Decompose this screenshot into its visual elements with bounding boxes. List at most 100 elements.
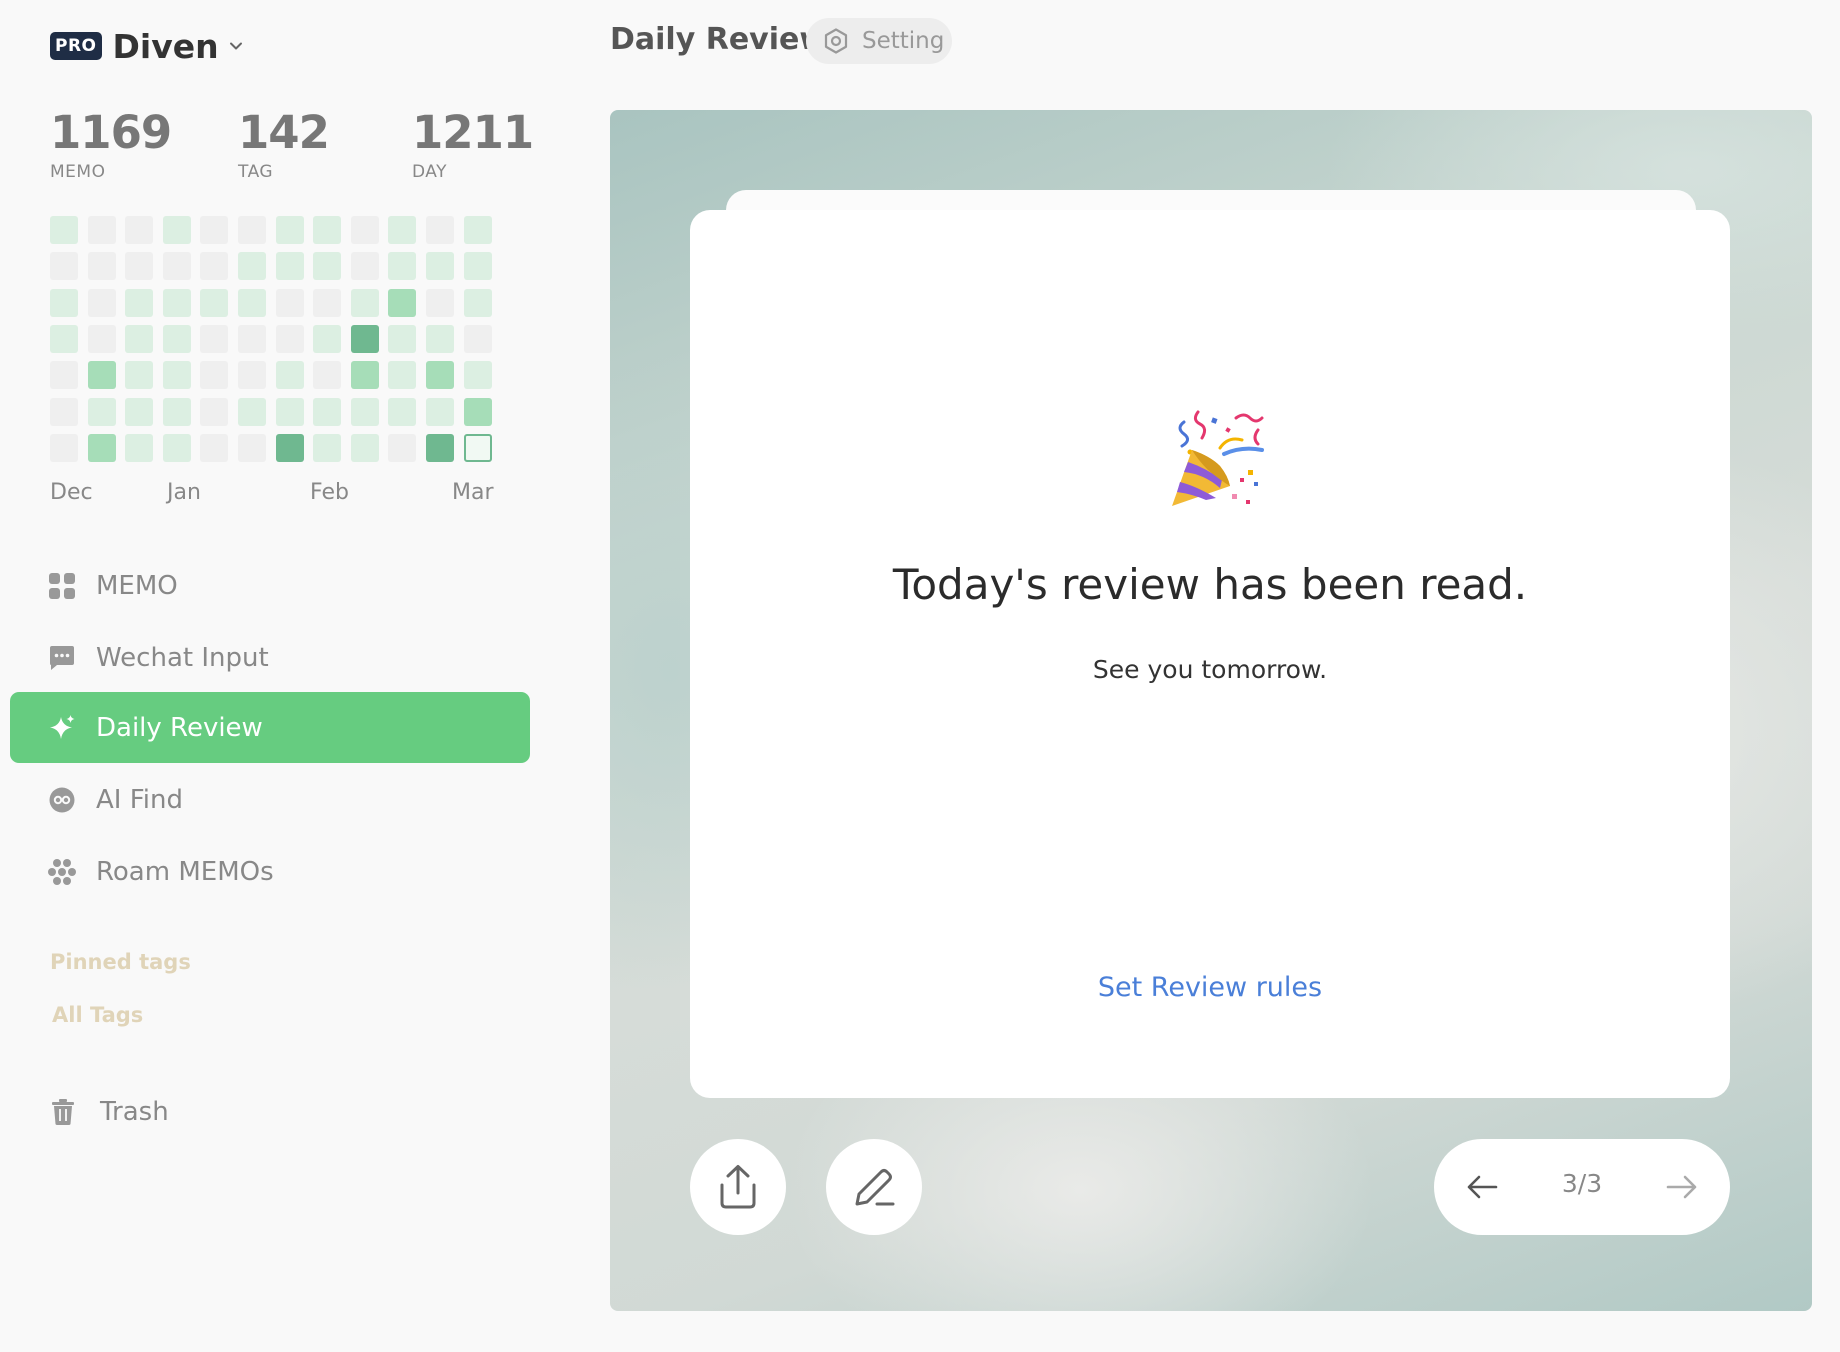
heatmap-cell[interactable] bbox=[426, 216, 454, 244]
heatmap-cell[interactable] bbox=[276, 398, 304, 426]
heatmap-cell[interactable] bbox=[50, 398, 78, 426]
heatmap-cell[interactable] bbox=[351, 398, 379, 426]
heatmap-cell[interactable] bbox=[388, 216, 416, 244]
heatmap-cell[interactable] bbox=[388, 289, 416, 317]
heatmap-cell[interactable] bbox=[50, 325, 78, 353]
heatmap-cell[interactable] bbox=[163, 216, 191, 244]
heatmap-cell[interactable] bbox=[238, 216, 266, 244]
heatmap-cell[interactable] bbox=[276, 252, 304, 280]
heatmap-cell[interactable] bbox=[163, 398, 191, 426]
heatmap-cell[interactable] bbox=[351, 216, 379, 244]
pinned-tags-header[interactable]: Pinned tags bbox=[50, 950, 191, 974]
heatmap-cell[interactable] bbox=[313, 398, 341, 426]
heatmap-cell[interactable] bbox=[351, 252, 379, 280]
heatmap-cell[interactable] bbox=[351, 289, 379, 317]
heatmap-cell[interactable] bbox=[88, 434, 116, 462]
heatmap-cell[interactable] bbox=[464, 361, 492, 389]
heatmap-cell[interactable] bbox=[426, 252, 454, 280]
heatmap-cell[interactable] bbox=[388, 434, 416, 462]
heatmap-cell[interactable] bbox=[88, 216, 116, 244]
heatmap-cell[interactable] bbox=[351, 361, 379, 389]
heatmap-cell[interactable] bbox=[464, 216, 492, 244]
heatmap-cell[interactable] bbox=[276, 361, 304, 389]
heatmap-cell[interactable] bbox=[464, 289, 492, 317]
heatmap-cell[interactable] bbox=[163, 361, 191, 389]
heatmap-cell[interactable] bbox=[125, 216, 153, 244]
heatmap-cell[interactable] bbox=[464, 398, 492, 426]
heatmap-cell[interactable] bbox=[163, 325, 191, 353]
heatmap-cell[interactable] bbox=[351, 325, 379, 353]
heatmap-cell[interactable] bbox=[50, 289, 78, 317]
heatmap-cell[interactable] bbox=[426, 325, 454, 353]
heatmap-cell[interactable] bbox=[125, 434, 153, 462]
heatmap-cell[interactable] bbox=[238, 325, 266, 353]
heatmap-cell[interactable] bbox=[50, 434, 78, 462]
setting-button[interactable]: Setting bbox=[806, 18, 952, 64]
sidebar-item-ai-find[interactable]: AI Find bbox=[10, 764, 530, 835]
heatmap-cell[interactable] bbox=[200, 216, 228, 244]
heatmap-cell[interactable] bbox=[464, 325, 492, 353]
heatmap-cell[interactable] bbox=[163, 434, 191, 462]
heatmap-cell[interactable] bbox=[313, 434, 341, 462]
heatmap-cell[interactable] bbox=[313, 289, 341, 317]
heatmap-cell[interactable] bbox=[426, 361, 454, 389]
arrow-right-icon[interactable] bbox=[1666, 1173, 1698, 1201]
heatmap-cell[interactable] bbox=[238, 398, 266, 426]
heatmap-cell[interactable] bbox=[313, 325, 341, 353]
heatmap-cell[interactable] bbox=[276, 216, 304, 244]
heatmap-cell[interactable] bbox=[388, 252, 416, 280]
sidebar-item-wechat-input[interactable]: Wechat Input bbox=[10, 622, 530, 693]
heatmap-cell[interactable] bbox=[200, 252, 228, 280]
heatmap-cell[interactable] bbox=[426, 289, 454, 317]
heatmap-cell[interactable] bbox=[313, 252, 341, 280]
sidebar-item-memo[interactable]: MEMO bbox=[10, 550, 530, 621]
heatmap-cell[interactable] bbox=[426, 434, 454, 462]
heatmap-cell[interactable] bbox=[88, 361, 116, 389]
heatmap-cell[interactable] bbox=[351, 434, 379, 462]
heatmap-cell[interactable] bbox=[313, 216, 341, 244]
heatmap-cell[interactable] bbox=[88, 289, 116, 317]
account-switcher[interactable]: PRO Diven bbox=[50, 26, 245, 66]
heatmap-cell[interactable] bbox=[50, 252, 78, 280]
heatmap-cell[interactable] bbox=[276, 434, 304, 462]
heatmap-cell[interactable] bbox=[125, 325, 153, 353]
edit-button[interactable] bbox=[826, 1139, 922, 1235]
sidebar-item-daily-review[interactable]: Daily Review bbox=[10, 692, 530, 763]
heatmap-cell[interactable] bbox=[163, 252, 191, 280]
heatmap-cell[interactable] bbox=[388, 398, 416, 426]
stat-value: 1211 bbox=[412, 106, 534, 159]
heatmap-cell[interactable] bbox=[125, 398, 153, 426]
heatmap-cell[interactable] bbox=[464, 252, 492, 280]
heatmap-cell[interactable] bbox=[200, 434, 228, 462]
heatmap-cell[interactable] bbox=[388, 325, 416, 353]
sidebar-item-roam-memos[interactable]: Roam MEMOs bbox=[10, 836, 530, 907]
heatmap-cell[interactable] bbox=[125, 361, 153, 389]
heatmap-cell[interactable] bbox=[388, 361, 416, 389]
sidebar-item-trash[interactable]: Trash bbox=[50, 1092, 169, 1132]
heatmap-cell[interactable] bbox=[200, 289, 228, 317]
heatmap-cell[interactable] bbox=[238, 434, 266, 462]
heatmap-cell[interactable] bbox=[238, 361, 266, 389]
heatmap-cell[interactable] bbox=[50, 216, 78, 244]
all-tags-link[interactable]: All Tags bbox=[52, 1003, 143, 1027]
gear-icon bbox=[824, 28, 848, 54]
heatmap-cell[interactable] bbox=[200, 361, 228, 389]
heatmap-cell[interactable] bbox=[50, 361, 78, 389]
heatmap-cell[interactable] bbox=[163, 289, 191, 317]
heatmap-cell[interactable] bbox=[125, 252, 153, 280]
heatmap-cell[interactable] bbox=[238, 289, 266, 317]
heatmap-cell[interactable] bbox=[125, 289, 153, 317]
heatmap-cell[interactable] bbox=[464, 434, 492, 462]
heatmap-cell[interactable] bbox=[88, 325, 116, 353]
heatmap-cell[interactable] bbox=[238, 252, 266, 280]
set-review-rules-link[interactable]: Set Review rules bbox=[690, 972, 1730, 1003]
heatmap-cell[interactable] bbox=[276, 325, 304, 353]
heatmap-cell[interactable] bbox=[200, 398, 228, 426]
heatmap-cell[interactable] bbox=[88, 252, 116, 280]
heatmap-cell[interactable] bbox=[426, 398, 454, 426]
heatmap-cell[interactable] bbox=[276, 289, 304, 317]
heatmap-cell[interactable] bbox=[88, 398, 116, 426]
heatmap-cell[interactable] bbox=[313, 361, 341, 389]
share-button[interactable] bbox=[690, 1139, 786, 1235]
heatmap-cell[interactable] bbox=[200, 325, 228, 353]
